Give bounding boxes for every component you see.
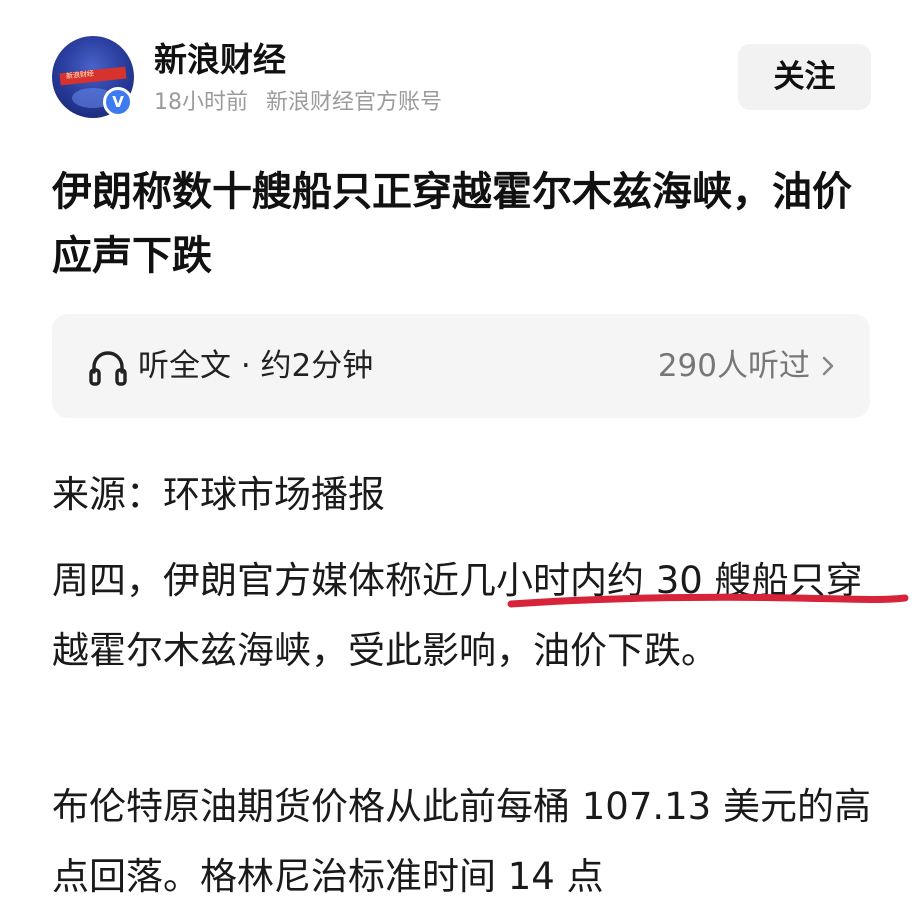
article-source: 来源：环球市场播报 bbox=[52, 473, 385, 516]
red-underline-annotation bbox=[507, 593, 909, 608]
verified-badge-icon: V bbox=[103, 87, 133, 117]
headphone-icon bbox=[89, 351, 127, 386]
post-time: 18小时前 bbox=[154, 90, 248, 115]
article-title: 伊朗称数十艘船只正穿越霍尔木兹海峡，油价应声下跌 bbox=[52, 169, 852, 279]
account-header: 新浪财经 V 新浪财经 18小时前 新浪财经官方账号 关注 bbox=[0, 0, 922, 140]
listen-count: 290人听过 bbox=[657, 348, 810, 384]
article-paragraph: 布伦特原油期货价格从此前每桶 107.13 美元的高点回落。格林尼治标准时间 1… bbox=[52, 785, 871, 898]
listen-full-text-bar[interactable]: 听全文 · 约2分钟 290人听过 bbox=[52, 314, 870, 418]
account-description: 新浪财经官方账号 bbox=[266, 90, 443, 115]
listen-label: 听全文 · 约2分钟 bbox=[138, 348, 374, 384]
follow-button[interactable]: 关注 bbox=[738, 44, 871, 110]
post-meta: 18小时前 新浪财经官方账号 bbox=[154, 87, 442, 119]
chevron-right-icon bbox=[822, 356, 834, 376]
account-name[interactable]: 新浪财经 bbox=[154, 38, 286, 82]
